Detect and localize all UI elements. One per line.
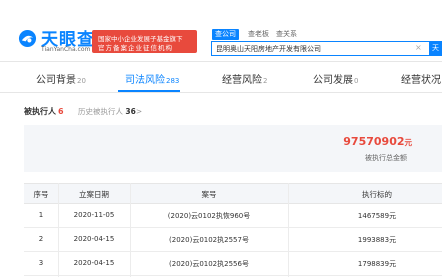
section-title-count: 6 [58, 107, 64, 116]
chevron-right-icon: > [135, 107, 143, 116]
row-case-number[interactable]: (2020)云0102执2557号 [169, 235, 249, 245]
tab-operating-status[interactable]: 经营状况5 [401, 71, 442, 86]
row-date: 2020-04-15 [73, 235, 115, 243]
total-amount-value: 97570902 [343, 135, 405, 148]
column-divider [288, 183, 289, 277]
tab-label: 经营风险 [222, 75, 262, 86]
row-index: 1 [38, 211, 44, 219]
section-title-text: 被执行人 [24, 107, 56, 116]
tab-count: 0 [354, 77, 359, 85]
row-case-number[interactable]: (2020)云0102执恢960号 [168, 211, 250, 221]
top-header: 天眼查 TianYanCha.com 国家中小企业发展子基金旗下 官方备案企业征… [0, 0, 442, 62]
section-title: 被执行人 6 [24, 106, 64, 117]
row-index: 3 [38, 259, 44, 267]
total-amount-unit: 元 [404, 138, 413, 147]
row-date: 2020-11-05 [73, 211, 115, 219]
history-count: 36 [125, 107, 136, 116]
tab-label: 公司背景 [36, 75, 76, 86]
executed-person-section: 被执行人 6 历史被执行人 36> 97570902元 被执行总金额 序号 立案日… [0, 94, 442, 277]
row-case-number[interactable]: (2020)云0102执2556号 [169, 259, 249, 269]
gov-badge: 国家中小企业发展子基金旗下 官方备案企业征信机构 [92, 30, 197, 53]
search-input[interactable]: 昆明奥山天阳房地产开发有限公司 × [211, 41, 429, 56]
total-amount-panel: 97570902元 被执行总金额 [24, 125, 442, 172]
gov-badge-line2: 官方备案企业征信机构 [98, 44, 173, 52]
total-amount: 97570902元 [343, 135, 412, 148]
active-tab-underline [118, 90, 180, 92]
column-header-date: 立案日期 [79, 190, 109, 199]
logo-url: TianYanCha.com [41, 46, 91, 53]
column-header-index: 序号 [33, 190, 49, 199]
row-index: 2 [38, 235, 44, 243]
tab-operating-risk[interactable]: 经营风险2 [222, 71, 267, 86]
tab-count: 283 [166, 77, 180, 85]
row-amount: 1798839元 [357, 260, 397, 268]
table-row: 2 2020-04-15 (2020)云0102执2557号 1993883元 [24, 228, 442, 252]
column-divider [58, 183, 59, 277]
tab-search-relation[interactable]: 查关系 [276, 29, 297, 40]
table-row: 1 2020-11-05 (2020)云0102执恢960号 1467589元 [24, 204, 442, 228]
tab-label: 司法风险 [125, 75, 165, 86]
row-amount: 1467589元 [357, 212, 397, 220]
row-date: 2020-04-15 [73, 259, 115, 267]
tab-count: 20 [77, 77, 86, 85]
tab-judicial-risk[interactable]: 司法风险283 [125, 71, 179, 86]
tab-label: 经营状况 [401, 75, 441, 86]
total-amount-label: 被执行总金额 [365, 154, 407, 162]
search-input-value[interactable]: 昆明奥山天阳房地产开发有限公司 [216, 44, 321, 54]
table-row: 3 2020-04-15 (2020)云0102执2556号 1798839元 [24, 252, 442, 276]
tab-label: 公司发展 [313, 75, 353, 86]
row-amount: 1993883元 [357, 236, 397, 244]
dimension-nav: 公司背景20 司法风险283 经营风险2 公司发展0 经营状况5 [0, 63, 442, 93]
history-label: 历史被执行人 [78, 107, 123, 116]
history-executed-link[interactable]: 历史被执行人 36> [78, 106, 142, 117]
column-header-case: 案号 [201, 190, 217, 199]
tab-count: 2 [263, 77, 268, 85]
column-header-amount: 执行标的 [362, 190, 392, 199]
clear-icon[interactable]: × [415, 43, 422, 52]
tab-search-company[interactable]: 查公司 [212, 29, 239, 40]
column-divider [130, 183, 131, 277]
search-button[interactable]: 天 [429, 41, 442, 56]
tianyancha-logo-icon[interactable] [18, 29, 37, 48]
tab-company-background[interactable]: 公司背景20 [36, 71, 86, 86]
table-header: 序号 立案日期 案号 执行标的 [24, 183, 442, 204]
tab-company-development[interactable]: 公司发展0 [313, 71, 358, 86]
tab-search-boss[interactable]: 查老板 [248, 29, 269, 40]
